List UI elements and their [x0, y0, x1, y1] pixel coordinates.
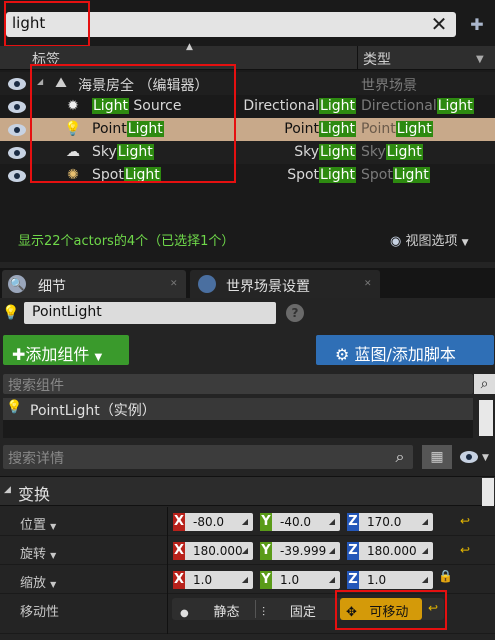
row-skylight-type: SkyLight [361, 144, 423, 160]
bulb-icon: 💡 [6, 400, 23, 415]
bulb-icon: 💡 [2, 305, 20, 321]
globe-icon [198, 275, 216, 293]
transform-section-title: 变换 [18, 485, 51, 504]
row-light-source-type: DirectionalLight [361, 98, 474, 114]
mobility-stationary-button[interactable]: ⫶ 固定 [262, 601, 316, 623]
column-divider[interactable] [357, 46, 358, 70]
component-search-input[interactable] [3, 374, 473, 394]
location-label: 位置 ▼ [20, 518, 57, 533]
row-pointlight-class: PointLight [284, 121, 356, 137]
mobility-label: 移动性 [20, 605, 60, 620]
tab-details-label: 细节 [38, 279, 66, 295]
component-root-label: PointLight（实例） [30, 403, 156, 419]
eye-icon[interactable] [460, 451, 478, 463]
drag-handle-icon[interactable]: ◢ [420, 546, 430, 556]
chevron-down-icon[interactable]: ▼ [476, 54, 484, 65]
annotation-box-search [4, 1, 90, 47]
axis-z-label: Z [347, 542, 359, 560]
drag-handle-icon[interactable]: ◢ [420, 517, 430, 527]
component-search-placeholder: 搜索组件 [8, 378, 64, 394]
add-component-label: ✚添加组件 ▼ [12, 345, 103, 364]
rotation-label: 旋转 ▼ [20, 547, 57, 562]
close-icon[interactable]: ✕ [364, 279, 372, 289]
drag-handle-icon[interactable]: ◢ [240, 517, 250, 527]
tab-details[interactable] [2, 270, 186, 298]
row-light-source-class: DirectionalLight [243, 98, 356, 114]
drag-handle-icon[interactable]: ◢ [420, 575, 430, 585]
axis-x-label: X [173, 542, 185, 560]
row-spotlight-class: SpotLight [287, 167, 356, 183]
axis-y-label: Y [260, 542, 272, 560]
eye-icon[interactable] [8, 170, 26, 182]
scale-label: 缩放 ▼ [20, 576, 57, 591]
row-spotlight-type: SpotLight [361, 167, 430, 183]
eye-icon[interactable] [8, 124, 26, 136]
clear-icon[interactable]: ✕ [428, 11, 450, 37]
help-icon[interactable]: ? [286, 304, 304, 322]
lock-icon[interactable]: 🔒 [438, 569, 453, 583]
axis-y-label: Y [260, 513, 272, 531]
details-scrollbar[interactable] [482, 478, 494, 506]
component-tree-scrollbar[interactable] [479, 400, 493, 436]
search-icon[interactable]: ⌕ [474, 374, 495, 394]
axis-x-label: X [173, 571, 185, 589]
details-icon: 🔍 [8, 275, 26, 293]
chevron-down-icon[interactable]: ▼ [482, 453, 489, 463]
axis-x-label: X [173, 513, 185, 531]
detail-search-input[interactable] [3, 445, 413, 469]
grid-icon[interactable]: ▦ [422, 445, 452, 469]
collapse-arrow-icon[interactable]: ◢ [4, 485, 11, 495]
tab-world-settings-label: 世界场景设置 [226, 279, 310, 295]
drag-handle-icon[interactable]: ◢ [240, 546, 250, 556]
outliner-status: 显示22个actors的4个（已选择1个） [18, 234, 235, 249]
annotation-box-rows [30, 64, 236, 183]
eye-icon[interactable] [8, 78, 26, 90]
mobility-divider [255, 600, 256, 618]
mobility-static-button[interactable]: ● 静态 [180, 601, 240, 623]
actor-name-value: PointLight [32, 304, 102, 320]
row-pointlight-type: PointLight [361, 121, 433, 137]
search-icon[interactable]: ⌕ [388, 446, 412, 468]
reset-icon[interactable]: ↩ [460, 514, 470, 528]
detail-search-placeholder: 搜索详情 [8, 451, 64, 467]
close-icon[interactable]: ✕ [170, 279, 178, 289]
eye-icon[interactable] [8, 147, 26, 159]
view-options-button[interactable]: ◉ 视图选项 ▼ [390, 230, 469, 249]
drag-handle-icon[interactable]: ◢ [327, 546, 337, 556]
row-skylight-class: SkyLight [294, 144, 356, 160]
column-type-header[interactable]: 类型 [363, 49, 391, 69]
sort-arrow-icon: ▲ [186, 42, 193, 52]
drag-handle-icon[interactable]: ◢ [327, 575, 337, 585]
property-column-divider[interactable] [167, 507, 168, 634]
axis-z-label: Z [347, 513, 359, 531]
drag-handle-icon[interactable]: ◢ [327, 517, 337, 527]
axis-y-label: Y [260, 571, 272, 589]
drag-handle-icon[interactable]: ◢ [240, 575, 250, 585]
eye-icon[interactable] [8, 101, 26, 113]
row-world-type: 世界场景 [361, 78, 417, 94]
add-filter-icon[interactable]: ✚ [464, 12, 490, 37]
annotation-box-mobility [335, 590, 447, 630]
reset-icon[interactable]: ↩ [460, 543, 470, 557]
blueprint-script-label: ⚙ 蓝图/添加脚本 [335, 345, 456, 364]
axis-z-label: Z [347, 571, 359, 589]
transform-section-header[interactable] [0, 476, 495, 506]
